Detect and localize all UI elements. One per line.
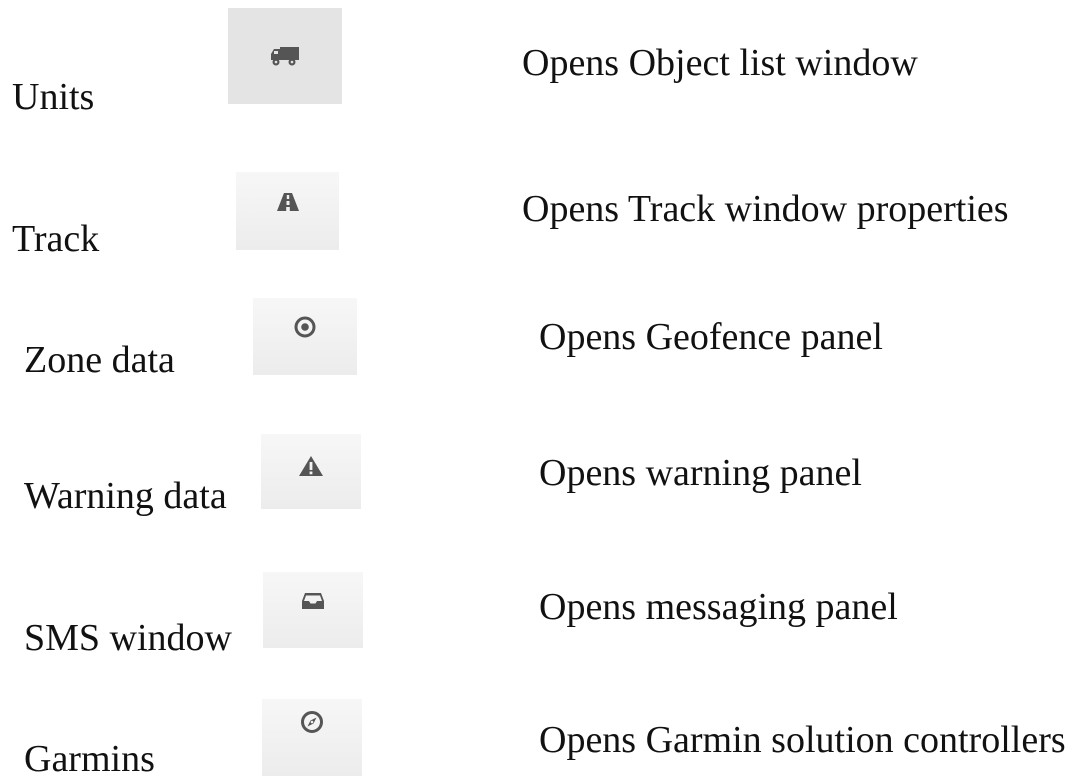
- desc-track: Opens Track window properties: [522, 188, 1009, 230]
- desc-warning-data: Opens warning panel: [539, 452, 862, 494]
- desc-units: Opens Object list window: [522, 42, 918, 84]
- sms-window-button[interactable]: [263, 572, 363, 648]
- warning-icon: [299, 455, 323, 476]
- desc-sms-window: Opens messaging panel: [539, 586, 898, 628]
- label-sms-window: SMS window: [24, 617, 232, 659]
- label-units: Units: [12, 76, 95, 118]
- label-track: Track: [12, 218, 100, 260]
- desc-zone-data: Opens Geofence panel: [539, 316, 883, 358]
- inbox-icon: [302, 592, 324, 609]
- label-garmins: Garmins: [24, 738, 155, 780]
- track-button[interactable]: [236, 172, 339, 250]
- truck-icon: [271, 47, 299, 66]
- units-button[interactable]: [228, 8, 342, 104]
- label-zone-data: Zone data: [24, 339, 175, 381]
- warning-data-button[interactable]: [261, 434, 361, 509]
- zone-data-button[interactable]: [253, 298, 357, 375]
- garmins-button[interactable]: [262, 699, 362, 776]
- label-warning-data: Warning data: [24, 475, 227, 517]
- compass-icon: [301, 711, 323, 734]
- target-icon: [294, 316, 316, 338]
- road-icon: [276, 192, 299, 211]
- desc-garmins: Opens Garmin solution controllers: [539, 719, 1066, 761]
